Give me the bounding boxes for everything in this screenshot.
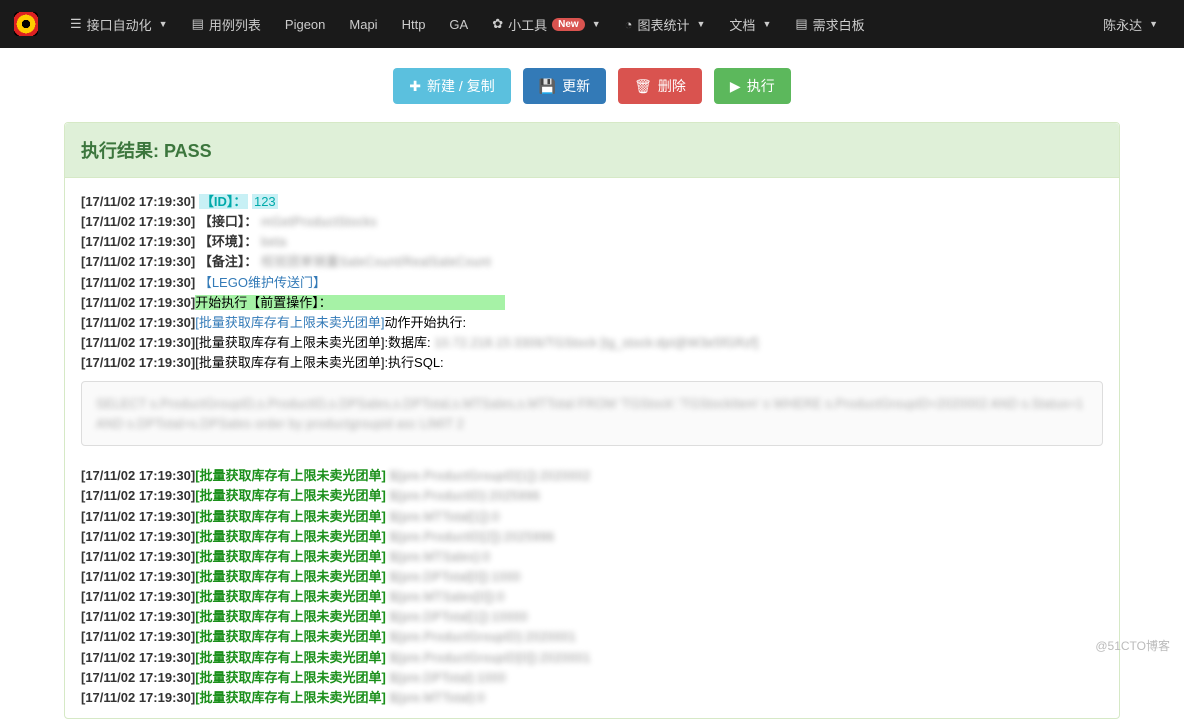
output-line: [17/11/02 17:19:30][批量获取库存有上限未卖光团单] ${pr… xyxy=(81,648,1103,668)
user-name: 陈永达 xyxy=(1103,15,1142,34)
output-line: [17/11/02 17:19:30][批量获取库存有上限未卖光团单] ${pr… xyxy=(81,607,1103,627)
nav-item-0[interactable]: ☰接口自动化▼ xyxy=(58,0,180,48)
nav-item-3[interactable]: Mapi xyxy=(337,0,389,48)
nav-item-2[interactable]: Pigeon xyxy=(273,0,337,48)
nav-item-8[interactable]: 文档▼ xyxy=(717,0,783,48)
chevron-down-icon: ▼ xyxy=(762,19,771,29)
new-copy-button[interactable]: ✚ 新建 / 复制 xyxy=(393,68,510,104)
output-line: [17/11/02 17:19:30][批量获取库存有上限未卖光团单] ${pr… xyxy=(81,668,1103,688)
nav-item-6[interactable]: ✿小工具New▼ xyxy=(480,0,612,48)
lego-portal-link[interactable]: 【LEGO维护传送门】 xyxy=(199,275,326,290)
chevron-down-icon: ▼ xyxy=(697,19,706,29)
delete-button[interactable]: 🗑 删除 xyxy=(618,68,702,104)
nav-item-1[interactable]: ▤用例列表 xyxy=(180,0,273,48)
nav-icon: ✿ xyxy=(492,16,503,32)
result-panel: 执行结果: PASS [17/11/02 17:19:30] 【ID】： 123… xyxy=(64,122,1120,719)
nav-item-9[interactable]: ▤需求白板 xyxy=(783,0,876,48)
output-line: [17/11/02 17:19:30][批量获取库存有上限未卖光团单] ${pr… xyxy=(81,627,1103,647)
nav-item-4[interactable]: Http xyxy=(390,0,438,48)
trash-icon: 🗑 xyxy=(634,78,652,95)
output-line: [17/11/02 17:19:30][批量获取库存有上限未卖光团单] ${pr… xyxy=(81,567,1103,587)
run-button[interactable]: ▶ 执行 xyxy=(714,68,791,104)
plus-icon: ✚ xyxy=(409,78,421,95)
chevron-down-icon: ▼ xyxy=(592,19,601,29)
output-line: [17/11/02 17:19:30][批量获取库存有上限未卖光团单] ${pr… xyxy=(81,547,1103,567)
nav-icon: ☰ xyxy=(70,16,82,32)
nav-item-5[interactable]: GA xyxy=(437,0,480,48)
output-line: [17/11/02 17:19:30][批量获取库存有上限未卖光团单] ${pr… xyxy=(81,688,1103,708)
output-line: [17/11/02 17:19:30][批量获取库存有上限未卖光团单] ${pr… xyxy=(81,507,1103,527)
id-value: 123 xyxy=(252,194,278,209)
output-line: [17/11/02 17:19:30][批量获取库存有上限未卖光团单] ${pr… xyxy=(81,587,1103,607)
watermark: @51CTO博客 xyxy=(1095,637,1170,654)
nav-icon: ▤ xyxy=(192,16,204,32)
nav-icon: ▤ xyxy=(795,16,807,32)
action-toolbar: ✚ 新建 / 复制 💾 更新 🗑 删除 ▶ 执行 xyxy=(0,48,1184,122)
nav-item-7[interactable]: ◔图表统计▼ xyxy=(613,0,718,48)
log-body: [17/11/02 17:19:30] 【ID】： 123 [17/11/02 … xyxy=(65,178,1119,718)
update-button[interactable]: 💾 更新 xyxy=(523,68,606,104)
new-badge: New xyxy=(552,18,585,31)
save-icon: 💾 xyxy=(539,78,556,95)
chevron-down-icon: ▼ xyxy=(1149,19,1158,29)
play-icon: ▶ xyxy=(730,78,741,95)
output-line: [17/11/02 17:19:30][批量获取库存有上限未卖光团单] ${pr… xyxy=(81,486,1103,506)
output-line: [17/11/02 17:19:30][批量获取库存有上限未卖光团单] ${pr… xyxy=(81,527,1103,547)
app-logo[interactable] xyxy=(14,12,38,36)
user-menu[interactable]: 陈永达 ▼ xyxy=(1091,0,1170,48)
id-tag: 【ID】： xyxy=(199,194,249,209)
sql-box: SELECT s.ProductGroupID,s.ProductID,s.DP… xyxy=(81,381,1103,446)
result-header: 执行结果: PASS xyxy=(65,123,1119,178)
output-line: [17/11/02 17:19:30][批量获取库存有上限未卖光团单] ${pr… xyxy=(81,466,1103,486)
chevron-down-icon: ▼ xyxy=(159,19,168,29)
top-navbar: ☰接口自动化▼▤用例列表PigeonMapiHttpGA✿小工具New▼◔图表统… xyxy=(0,0,1184,48)
nav-icon: ◔ xyxy=(625,17,633,32)
